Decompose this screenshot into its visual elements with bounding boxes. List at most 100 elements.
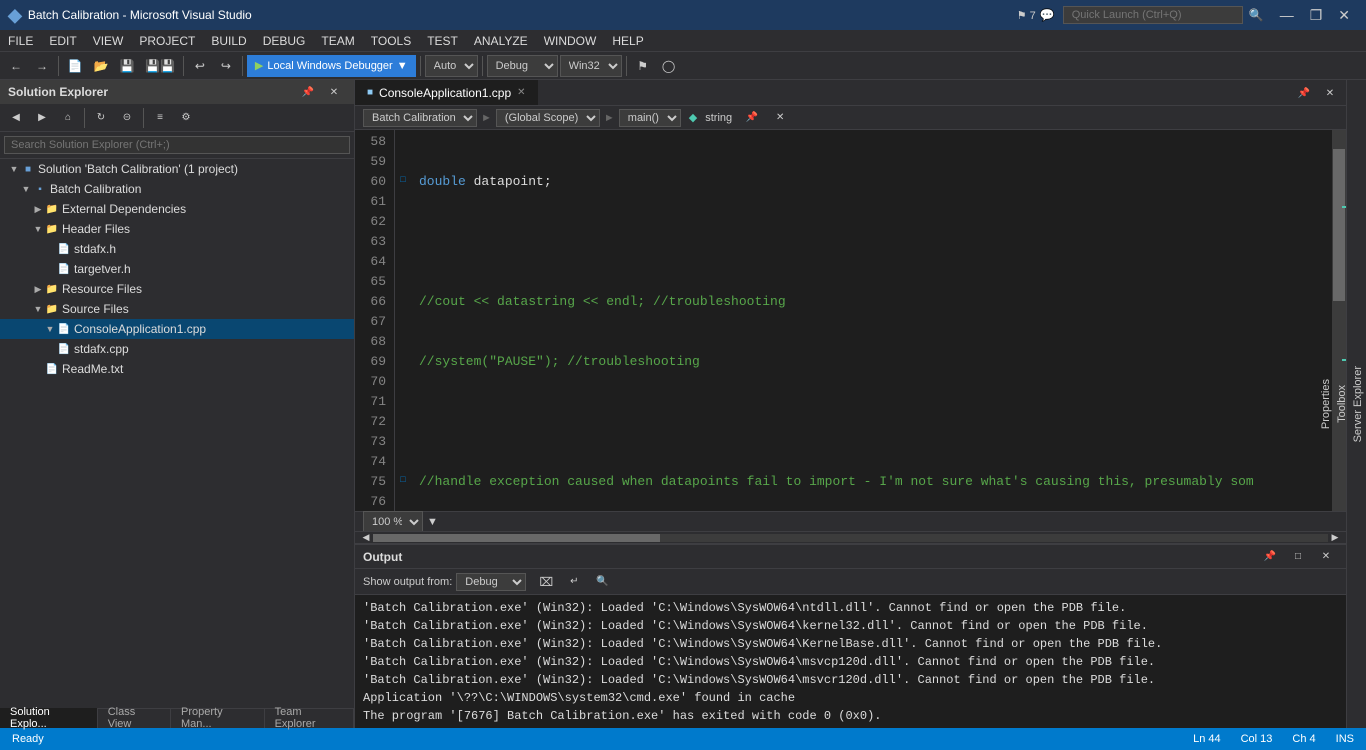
tree-header-files[interactable]: ▼ 📁 Header Files: [0, 219, 354, 239]
output-source-label: Show output from:: [363, 576, 452, 588]
undo-button[interactable]: ↩: [188, 54, 212, 78]
menu-team[interactable]: TEAM: [313, 30, 362, 52]
menu-help[interactable]: HELP: [604, 30, 651, 52]
editor-tabs: ■ ConsoleApplication1.cpp ✕ 📌 ✕: [355, 80, 1346, 106]
output-content[interactable]: 'Batch Calibration.exe' (Win32): Loaded …: [355, 595, 1346, 728]
chat-icon[interactable]: 💬: [1040, 8, 1055, 22]
h-scroll-right[interactable]: ▶: [1328, 532, 1342, 544]
se-collapse-button[interactable]: ⊝: [115, 106, 139, 130]
editor-tab-console-cpp[interactable]: ■ ConsoleApplication1.cpp ✕: [355, 80, 539, 105]
se-close-button[interactable]: ✕: [322, 83, 346, 101]
tab-close-button[interactable]: ✕: [517, 87, 525, 98]
output-close-button[interactable]: ✕: [1314, 545, 1338, 569]
menu-build[interactable]: BUILD: [203, 30, 254, 52]
breadcrumb-scope[interactable]: (Global Scope): [496, 109, 600, 127]
run-dropdown-icon[interactable]: ▼: [397, 60, 408, 72]
tab-property-manager[interactable]: Property Man...: [171, 708, 265, 728]
tree-targetver-h[interactable]: 📄 targetver.h: [0, 259, 354, 279]
vertical-scrollbar[interactable]: [1332, 130, 1346, 511]
se-back-button[interactable]: ◀: [4, 106, 28, 130]
tree-solution[interactable]: ▼ ■ Solution 'Batch Calibration' (1 proj…: [0, 159, 354, 179]
zoom-dropdown[interactable]: 100 %: [363, 511, 423, 533]
close-button[interactable]: ✕: [1330, 0, 1358, 30]
breadcrumb-symbol[interactable]: main(): [619, 109, 681, 127]
menu-edit[interactable]: EDIT: [41, 30, 84, 52]
h-scroll-track[interactable]: [373, 534, 1328, 542]
zoom-icon[interactable]: ▼: [427, 516, 438, 528]
right-tab-server-explorer[interactable]: Server Explorer: [1350, 358, 1366, 450]
tree-stdafx-h[interactable]: 📄 stdafx.h: [0, 239, 354, 259]
breadcrumb-pin[interactable]: 📌: [740, 106, 764, 130]
tree-external-deps[interactable]: ▶ 📁 External Dependencies: [0, 199, 354, 219]
se-pin-button[interactable]: 📌: [296, 83, 320, 101]
menu-file[interactable]: FILE: [0, 30, 41, 52]
tree-readme[interactable]: 📄 ReadMe.txt: [0, 359, 354, 379]
minimize-button[interactable]: —: [1272, 0, 1302, 30]
se-settings-button[interactable]: ⚙: [174, 106, 198, 130]
fold-76: [395, 490, 411, 510]
right-tab-properties[interactable]: Properties: [1318, 371, 1334, 437]
tree-console-cpp[interactable]: ▼ 📄 ConsoleApplication1.cpp: [0, 319, 354, 339]
menu-test[interactable]: TEST: [419, 30, 466, 52]
search-icon[interactable]: 🔍: [1249, 8, 1264, 22]
output-clear-button[interactable]: ⌧: [534, 570, 558, 594]
forward-button[interactable]: →: [30, 54, 54, 78]
line-num-58: 58: [363, 132, 386, 152]
scrollbar-thumb[interactable]: [1333, 149, 1345, 301]
tab-team-explorer[interactable]: Team Explorer: [265, 708, 354, 728]
fold-69: [395, 350, 411, 370]
bookmark-button[interactable]: ⚑: [631, 54, 655, 78]
back-button[interactable]: ←: [4, 54, 28, 78]
redo-button[interactable]: ↪: [214, 54, 238, 78]
se-refresh-button[interactable]: ↻: [89, 106, 113, 130]
breakpoint-button[interactable]: ◯: [657, 54, 681, 78]
editor-close-all[interactable]: ✕: [1318, 81, 1342, 105]
tree-project-label: Batch Calibration: [50, 182, 141, 196]
output-word-wrap[interactable]: ↵: [562, 570, 586, 594]
output-source-dropdown[interactable]: Debug Build General: [456, 573, 526, 591]
code-content[interactable]: double datapoint; //cout << datastring <…: [411, 130, 1332, 511]
quick-launch-input[interactable]: [1063, 6, 1243, 24]
right-tab-toolbox[interactable]: Toolbox: [1334, 377, 1350, 431]
menu-debug[interactable]: DEBUG: [255, 30, 314, 52]
se-filter-button[interactable]: ≡: [148, 106, 172, 130]
tab-class-view[interactable]: Class View: [98, 708, 171, 728]
breadcrumb-close[interactable]: ✕: [768, 106, 792, 130]
notification-icon[interactable]: ⚑ 7: [1017, 9, 1036, 22]
build-config-dropdown[interactable]: Debug Release: [487, 55, 558, 77]
line-num-69: 69: [363, 352, 386, 372]
fold-60[interactable]: □: [395, 170, 411, 190]
tree-project[interactable]: ▼ ▪ Batch Calibration: [0, 179, 354, 199]
tree-stdafx-cpp[interactable]: 📄 stdafx.cpp: [0, 339, 354, 359]
platform-dropdown[interactable]: Win32 x64: [560, 55, 622, 77]
tab-solution-explorer[interactable]: Solution Explo...: [0, 708, 98, 728]
h-scroll-left[interactable]: ◀: [359, 532, 373, 544]
menu-view[interactable]: VIEW: [85, 30, 132, 52]
menu-window[interactable]: WINDOW: [536, 30, 605, 52]
new-file-button[interactable]: 📄: [63, 54, 87, 78]
menu-analyze[interactable]: ANALYZE: [466, 30, 536, 52]
breadcrumb-file[interactable]: Batch Calibration: [363, 109, 477, 127]
open-file-button[interactable]: 📂: [89, 54, 113, 78]
output-float-button[interactable]: □: [1286, 545, 1310, 569]
fold-75[interactable]: □: [395, 470, 411, 490]
run-button[interactable]: ▶ Local Windows Debugger ▼: [247, 55, 416, 77]
se-forward-button[interactable]: ▶: [30, 106, 54, 130]
tree-source-files[interactable]: ▼ 📁 Source Files: [0, 299, 354, 319]
horizontal-scrollbar[interactable]: ◀ ▶: [355, 531, 1346, 543]
se-search-input[interactable]: [4, 136, 350, 154]
editor-pin-button[interactable]: 📌: [1292, 81, 1316, 105]
save-button[interactable]: 💾: [115, 54, 139, 78]
menu-tools[interactable]: TOOLS: [363, 30, 419, 52]
code-line-62: [419, 412, 1324, 432]
h-scroll-thumb[interactable]: [373, 534, 660, 542]
menu-project[interactable]: PROJECT: [131, 30, 203, 52]
tree-resource-files[interactable]: ▶ 📁 Resource Files: [0, 279, 354, 299]
save-all-button[interactable]: 💾💾: [141, 54, 179, 78]
restore-button[interactable]: ❐: [1302, 0, 1331, 30]
output-find-button[interactable]: 🔍: [590, 570, 614, 594]
menu-bar: FILE EDIT VIEW PROJECT BUILD DEBUG TEAM …: [0, 30, 1366, 52]
output-pin-button[interactable]: 📌: [1258, 545, 1282, 569]
se-home-button[interactable]: ⌂: [56, 106, 80, 130]
config-dropdown[interactable]: Auto: [425, 55, 478, 77]
